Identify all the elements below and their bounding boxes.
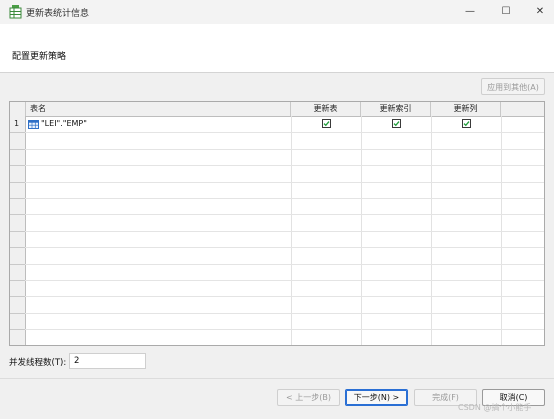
row-number-separator — [10, 165, 25, 166]
row-separator — [10, 231, 544, 232]
maximize-button[interactable]: ☐ — [498, 5, 514, 19]
table-app-icon — [9, 5, 22, 19]
apply-to-others-button[interactable]: 应用到其他(A) — [481, 78, 545, 95]
checkmark-icon — [393, 121, 400, 127]
row-separator — [10, 296, 544, 297]
grid-header: 表名 更新表 更新索引 更新列 — [10, 102, 544, 117]
row-separator — [10, 329, 544, 330]
row-separator — [10, 198, 544, 199]
row-number-separator — [10, 214, 25, 215]
row-separator — [10, 264, 544, 265]
title-bar: 更新表统计信息 — ☐ ✕ — [0, 0, 554, 24]
row-number-separator — [10, 313, 25, 314]
row-number-separator — [10, 231, 25, 232]
checkmark-icon — [323, 121, 330, 127]
header-panel: 配置更新策略 — [0, 24, 554, 73]
update-column-checkbox[interactable] — [462, 119, 471, 128]
row-number-separator — [10, 280, 25, 281]
row-number-separator — [10, 264, 25, 265]
row-number-separator — [10, 198, 25, 199]
page-title: 配置更新策略 — [12, 52, 67, 62]
update-index-checkbox[interactable] — [392, 119, 401, 128]
row-separator — [10, 182, 544, 183]
table-grid-icon — [28, 120, 39, 129]
table-row[interactable]: 1 "LEI"."EMP" — [10, 117, 544, 131]
row-separator — [10, 214, 544, 215]
minimize-button[interactable]: — — [462, 5, 478, 19]
table-name-cell: "LEI"."EMP" — [41, 119, 87, 128]
row-number-separator — [10, 149, 25, 150]
threads-label: 并发线程数(T): — [9, 358, 67, 368]
column-header-update-table[interactable]: 更新表 — [291, 102, 361, 116]
close-button[interactable]: ✕ — [532, 5, 548, 19]
row-separator — [10, 247, 544, 248]
column-header-update-index[interactable]: 更新索引 — [361, 102, 431, 116]
row-separator — [10, 280, 544, 281]
column-header-table-name[interactable]: 表名 — [26, 102, 291, 116]
row-number-separator — [10, 182, 25, 183]
row-separator — [10, 132, 544, 133]
row-separator — [10, 313, 544, 314]
statistics-grid[interactable]: 表名 更新表 更新索引 更新列 1 "LEI"."EMP" — [9, 101, 545, 346]
previous-button[interactable]: < 上一步(B) — [277, 389, 340, 406]
row-number-separator — [10, 296, 25, 297]
checkmark-icon — [463, 121, 470, 127]
row-number-header — [10, 102, 26, 116]
row-number-separator — [10, 132, 25, 133]
update-table-checkbox[interactable] — [322, 119, 331, 128]
window-title: 更新表统计信息 — [26, 9, 90, 19]
row-number-separator — [10, 329, 25, 330]
next-button[interactable]: 下一步(N) > — [345, 389, 408, 406]
row-number-separator — [10, 247, 25, 248]
column-header-update-column[interactable]: 更新列 — [431, 102, 501, 116]
row-separator — [10, 149, 544, 150]
row-separator — [10, 165, 544, 166]
threads-input[interactable]: 2 — [69, 353, 146, 369]
watermark: CSDN @搞个小能手 — [458, 403, 532, 412]
row-number: 1 — [14, 119, 20, 128]
